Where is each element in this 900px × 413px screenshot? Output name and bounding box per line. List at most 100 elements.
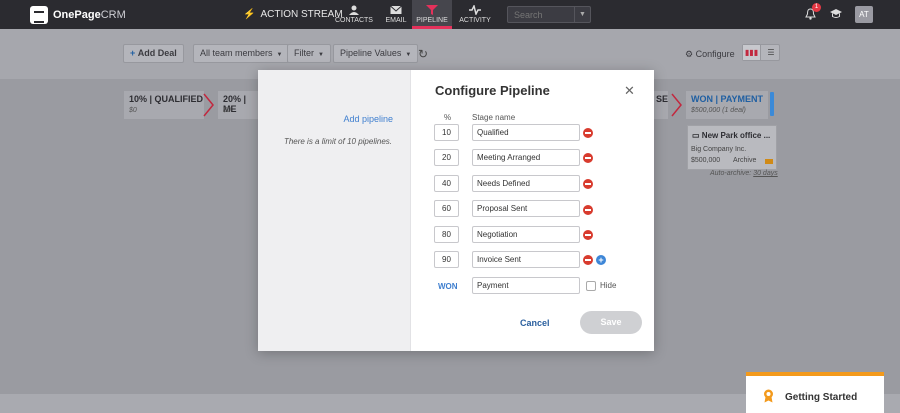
chevron-right-icon — [203, 93, 214, 117]
caret-down-icon: ▼ — [405, 52, 412, 58]
stage-percent-input[interactable]: 40 — [434, 175, 459, 192]
nav-contacts[interactable]: CONTACTS — [334, 0, 374, 29]
filter-dropdown[interactable]: Filter ▼ — [287, 44, 331, 63]
stage-percent-input[interactable]: 80 — [434, 226, 459, 243]
hide-label: Hide — [600, 281, 617, 290]
person-icon — [349, 5, 359, 15]
won-stage-value: $500,000 (1 deal) — [691, 107, 746, 114]
pipeline-values-dropdown[interactable]: Pipeline Values ▼ — [333, 44, 419, 63]
avatar[interactable]: AT — [855, 6, 873, 23]
nav-contacts-label: CONTACTS — [335, 17, 373, 24]
stage-percent-input[interactable]: 60 — [434, 200, 459, 217]
nav-email-label: EMAIL — [385, 17, 407, 24]
remove-stage-icon[interactable] — [583, 153, 593, 163]
pulse-icon — [469, 5, 481, 15]
pipeline-values-label: Pipeline Values — [340, 48, 402, 58]
deal-name: New Park office ... — [701, 131, 771, 140]
gear-icon: ⚙ — [685, 49, 694, 59]
envelope-icon — [390, 5, 402, 14]
add-stage-icon[interactable]: + — [596, 255, 606, 265]
logo[interactable]: OnePageCRM — [30, 6, 126, 24]
logo-icon — [30, 6, 48, 24]
remove-stage-icon[interactable] — [583, 128, 593, 138]
stage-header[interactable]: 10% | QUALIFIED $0 — [124, 91, 204, 119]
stage-name-input[interactable]: Meeting Arranged — [472, 149, 580, 166]
nav-activity-label: ACTIVITY — [459, 17, 491, 24]
stage-header[interactable]: 20% | ME $0 — [218, 91, 260, 119]
won-stage-header[interactable]: WON | PAYMENT $500,000 (1 deal) — [686, 91, 768, 119]
chevron-right-icon — [671, 93, 682, 117]
search-dropdown-icon[interactable]: ▼ — [574, 7, 590, 22]
won-stage-marker — [770, 92, 774, 116]
stage-header[interactable]: SE — [654, 91, 668, 119]
configure-button[interactable]: ⚙ Configure — [685, 49, 735, 60]
stage-percent-input[interactable]: 90 — [434, 251, 459, 268]
pipeline-list-panel: Add pipeline There is a limit of 10 pipe… — [258, 70, 411, 351]
add-deal-button[interactable]: + Add Deal — [123, 44, 184, 63]
top-nav: OnePageCRM ⚡ ACTION STREAM CONTACTS EMAI… — [0, 0, 900, 29]
notification-badge: 1 — [812, 3, 821, 12]
refresh-icon[interactable]: ↻ — [418, 47, 428, 61]
team-filter-label: All team members — [200, 48, 273, 58]
stage-name-input[interactable]: Invoice Sent — [472, 251, 580, 268]
search-box: ▼ — [507, 6, 591, 23]
won-stage-name-input[interactable]: Payment — [472, 277, 580, 294]
logo-text-bold: OnePage — [53, 9, 101, 21]
deal-card[interactable]: ▭ New Park office ... Big Company Inc. $… — [687, 125, 777, 170]
deal-company: Big Company Inc. — [691, 146, 747, 153]
cancel-button[interactable]: Cancel — [520, 318, 550, 328]
stage-name-column-header: Stage name — [472, 113, 516, 122]
stage-name-input[interactable]: Negotiation — [472, 226, 580, 243]
archive-link[interactable]: Archive — [733, 157, 756, 164]
remove-stage-icon[interactable] — [583, 230, 593, 240]
search-input[interactable] — [508, 7, 574, 22]
lightning-icon: ⚡ — [243, 9, 256, 20]
stage-value: $0 — [223, 107, 231, 114]
nav-pipeline-label: PIPELINE — [416, 17, 448, 24]
percent-column-header: % — [444, 113, 452, 122]
award-icon — [764, 389, 773, 403]
action-stream-label: ACTION STREAM — [260, 9, 343, 20]
nav-action-stream[interactable]: ⚡ ACTION STREAM — [243, 9, 343, 20]
close-icon[interactable]: ✕ — [624, 83, 635, 99]
add-deal-label: Add Deal — [137, 48, 177, 58]
add-pipeline-link[interactable]: Add pipeline — [343, 114, 393, 124]
remove-stage-icon[interactable] — [583, 255, 593, 265]
view-switcher: ▮▮▮ ☰ — [742, 44, 780, 61]
stage-percent-input[interactable]: 10 — [434, 124, 459, 141]
configure-label: Configure — [695, 49, 735, 59]
funnel-icon — [426, 5, 438, 15]
getting-started-label: Getting Started — [785, 392, 858, 403]
nav-email[interactable]: EMAIL — [376, 0, 416, 29]
stage-value: $0 — [129, 107, 137, 114]
auto-archive-note: Auto-archive: 30 days — [710, 170, 778, 177]
caret-down-icon: ▼ — [276, 52, 283, 58]
stage-name-input[interactable]: Proposal Sent — [472, 200, 580, 217]
save-button[interactable]: Save — [580, 311, 642, 334]
briefcase-icon: ▭ — [692, 131, 700, 140]
pipeline-limit-note: There is a limit of 10 pipelines. — [283, 137, 392, 146]
stage-name-input[interactable]: Qualified — [472, 124, 580, 141]
modal-title: Configure Pipeline — [435, 83, 550, 98]
remove-stage-icon[interactable] — [583, 205, 593, 215]
stage-percent-input[interactable]: 20 — [434, 149, 459, 166]
filter-label: Filter — [294, 48, 314, 58]
team-filter-dropdown[interactable]: All team members ▼ — [193, 44, 290, 63]
caret-down-icon: ▼ — [318, 52, 324, 58]
nav-activity[interactable]: ACTIVITY — [455, 0, 495, 29]
plus-icon: + — [130, 48, 136, 58]
stage-title: 10% | QUALIFIED — [129, 94, 204, 104]
hide-checkbox[interactable] — [586, 281, 596, 291]
graduation-cap-icon[interactable] — [829, 8, 843, 19]
configure-pipeline-modal: Add pipeline There is a limit of 10 pipe… — [258, 70, 654, 351]
remove-stage-icon[interactable] — [583, 179, 593, 189]
getting-started-widget[interactable]: Getting Started — [746, 372, 884, 413]
stage-name-input[interactable]: Needs Defined — [472, 175, 580, 192]
list-view-icon[interactable]: ☰ — [763, 45, 779, 60]
auto-archive-prefix: Auto-archive: — [710, 170, 752, 177]
columns-view-icon[interactable]: ▮▮▮ — [743, 45, 761, 60]
nav-pipeline[interactable]: PIPELINE — [412, 0, 452, 29]
won-stage-title: WON | PAYMENT — [691, 94, 764, 104]
auto-archive-link[interactable]: 30 days — [753, 170, 778, 177]
deal-tag-icon — [765, 159, 773, 164]
